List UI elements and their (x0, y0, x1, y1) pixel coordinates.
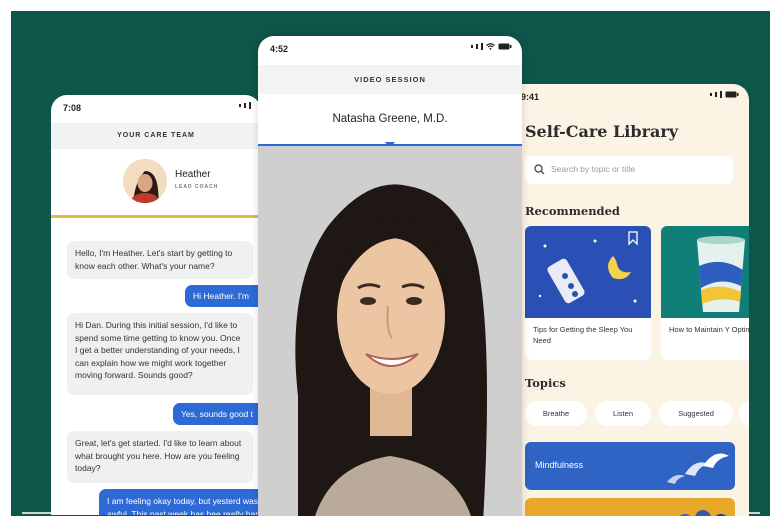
video-session-header: VIDEO SESSION (258, 65, 522, 94)
hero-background: 7:08 YOUR CARE TEAM Heather LEAD COACH H… (11, 11, 770, 516)
recommended-card-sleep[interactable]: Tips for Getting the Sleep You Need (525, 226, 651, 360)
signal-icon (239, 102, 251, 109)
page-title: Self-Care Library (525, 122, 679, 141)
coach-role: LEAD COACH (175, 184, 219, 190)
status-time: 7:08 (63, 103, 82, 113)
search-placeholder: Search by topic or title (551, 164, 636, 174)
wifi-icon (486, 43, 495, 50)
coach-avatar (123, 159, 167, 203)
self-care-library-phone: 9:41 Self-Care Library Search by topic o… (509, 84, 749, 516)
topic-chip-breathe[interactable]: Breathe (525, 401, 587, 426)
topic-chip-listen[interactable]: Listen (595, 401, 651, 426)
search-icon (534, 164, 545, 175)
status-icons (710, 91, 739, 98)
card-title: How to Maintain Y Optimism (669, 325, 749, 334)
card-title: Tips for Getting the Sleep You Need (533, 325, 633, 345)
recommended-heading: Recommended (525, 204, 620, 218)
status-icons (471, 43, 512, 50)
doctor-name: Natasha Greene, M.D. (258, 94, 522, 146)
chat-message-incoming: Hi Dan. During this initial session, I'd… (67, 313, 253, 395)
birds-illustration (667, 453, 729, 484)
topic-card-mindfulness[interactable]: Mindfulness (525, 442, 735, 490)
chat-message-outgoing: I am feeling okay today, but yesterd was… (99, 489, 261, 515)
chat-message-outgoing: Yes, sounds good t (173, 403, 261, 425)
search-input[interactable]: Search by topic or title (525, 156, 733, 184)
video-session-phone: 4:52 VIDEO SESSION Natasha Greene, M.D. (258, 36, 522, 516)
status-time: 4:52 (270, 44, 289, 54)
chat-message-incoming: Great, let's get started. I'd like to le… (67, 431, 253, 483)
care-team-header: YOUR CARE TEAM (51, 123, 261, 149)
topics-heading: Topics (525, 376, 566, 390)
chat-message-incoming: Hello, I'm Heather. Let's start by getti… (67, 241, 253, 279)
recommended-card-optimism[interactable]: How to Maintain Y Optimism (661, 226, 749, 360)
optimism-illustration (661, 226, 749, 318)
care-team-phone: 7:08 YOUR CARE TEAM Heather LEAD COACH H… (51, 95, 261, 515)
screenshot-frame: 7:08 YOUR CARE TEAM Heather LEAD COACH H… (0, 0, 781, 525)
status-time: 9:41 (521, 92, 540, 102)
topic-chip-suggested[interactable]: Suggested (659, 401, 733, 426)
topic-chip-more[interactable] (739, 401, 749, 426)
topic-card-second[interactable] (525, 498, 735, 516)
sleep-illustration (525, 226, 651, 318)
doctor-video-image (258, 146, 522, 516)
battery-icon (725, 91, 739, 98)
topic-illustration (679, 510, 727, 516)
battery-icon (498, 43, 512, 50)
chat-message-outgoing: Hi Heather. I'm (185, 285, 261, 307)
coach-card[interactable]: Heather LEAD COACH (51, 151, 261, 218)
video-feed[interactable] (258, 146, 522, 516)
topic-card-label: Mindfulness (535, 460, 584, 470)
coach-name: Heather (175, 169, 211, 180)
